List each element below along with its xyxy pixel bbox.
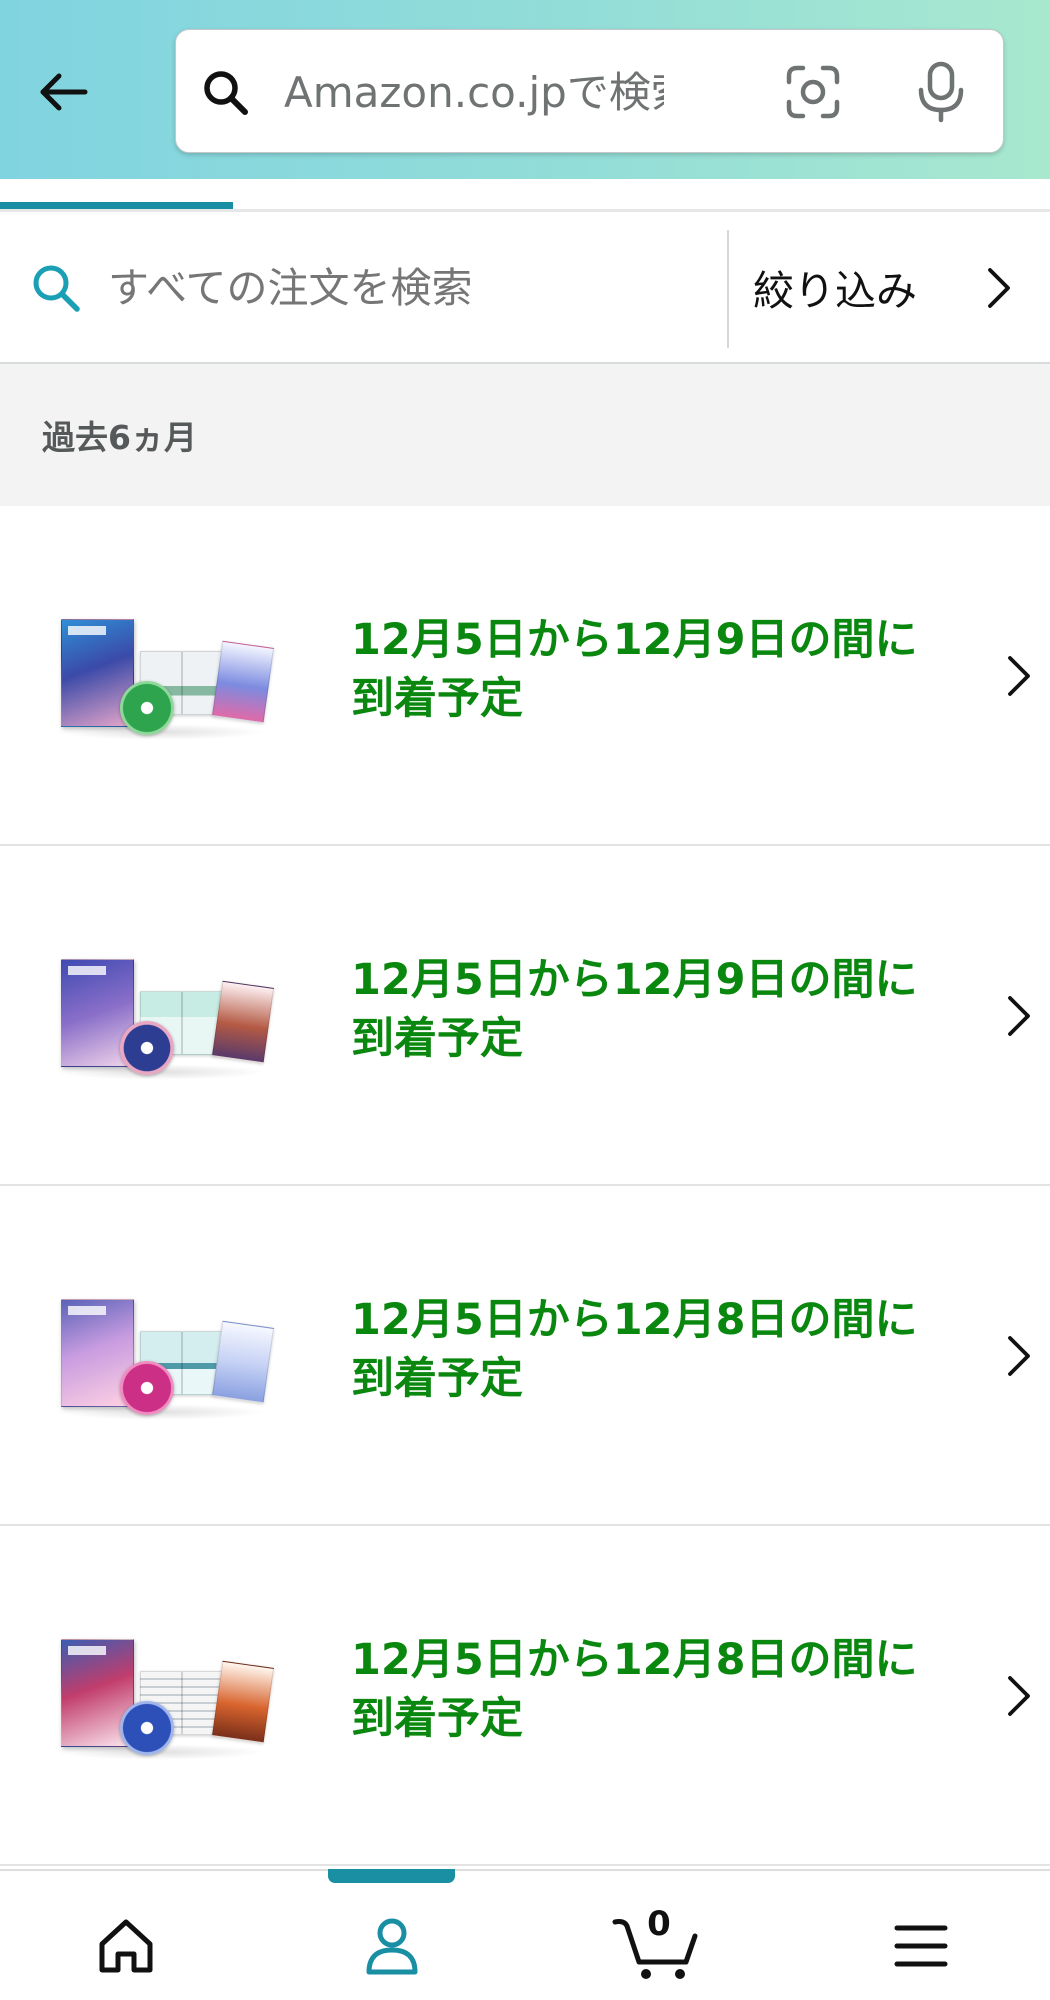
amazon-search-bar[interactable] (175, 29, 1004, 153)
search-icon (33, 265, 80, 312)
chevron-right-icon (1008, 656, 1030, 696)
product-image (51, 1286, 275, 1426)
camera-lens-icon (786, 65, 840, 119)
bottom-navigation: 0 (0, 1869, 1050, 2000)
nav-home-button[interactable] (66, 1901, 186, 1991)
product-image (51, 1626, 275, 1766)
camera-search-button[interactable] (784, 63, 842, 121)
delivery-estimate: 12月5日から12月9日の間に到着予定 (351, 615, 918, 724)
voice-search-button[interactable] (912, 60, 970, 124)
chevron-right-icon (1008, 996, 1030, 1036)
delivery-estimate: 12月5日から12月8日の間に到着予定 (351, 1295, 918, 1404)
cart-icon: 0 (612, 1904, 702, 1982)
search-icon (204, 71, 248, 115)
order-search-row: 絞り込み (0, 212, 1050, 364)
microphone-icon (918, 61, 964, 123)
delivery-estimate: 12月5日から12月9日の間に到着予定 (351, 955, 918, 1064)
nav-menu-button[interactable] (861, 1901, 981, 1991)
period-label: 過去6ヵ月 (42, 418, 197, 457)
nav-cart-button[interactable]: 0 (597, 1901, 717, 1991)
filter-button[interactable]: 絞り込み (729, 212, 1050, 362)
orders-screen: 絞り込み 過去6ヵ月 12月5日から12月9日の間に到着予定 12月5日から12… (0, 0, 1050, 2000)
order-row[interactable]: 12月5日から12月8日の間に到着予定 (0, 1526, 1050, 1866)
product-image (51, 606, 275, 746)
home-icon (99, 1919, 153, 1973)
nav-account-button[interactable] (332, 1901, 452, 1991)
period-header: 過去6ヵ月 (0, 364, 1050, 506)
order-row[interactable]: 12月5日から12月9日の間に到着予定 (0, 846, 1050, 1186)
cart-count-badge: 0 (647, 1904, 671, 1944)
delivery-estimate: 12月5日から12月8日の間に到着予定 (351, 1635, 918, 1744)
active-nav-indicator (328, 1869, 455, 1883)
top-header (0, 0, 1050, 179)
menu-icon (894, 1925, 948, 1967)
person-icon (366, 1918, 418, 1975)
order-search-input[interactable] (108, 248, 708, 328)
active-tab-indicator (0, 202, 233, 209)
arrow-left-icon (40, 73, 88, 111)
back-button[interactable] (30, 62, 96, 122)
filter-label: 絞り込み (753, 267, 917, 315)
order-row[interactable]: 12月5日から12月9日の間に到着予定 (0, 506, 1050, 846)
order-row[interactable]: 12月5日から12月8日の間に到着予定 (0, 1186, 1050, 1526)
chevron-right-icon (988, 268, 1010, 308)
search-input[interactable] (284, 52, 664, 132)
chevron-right-icon (1008, 1676, 1030, 1716)
product-image (51, 946, 275, 1086)
chevron-right-icon (1008, 1336, 1030, 1376)
